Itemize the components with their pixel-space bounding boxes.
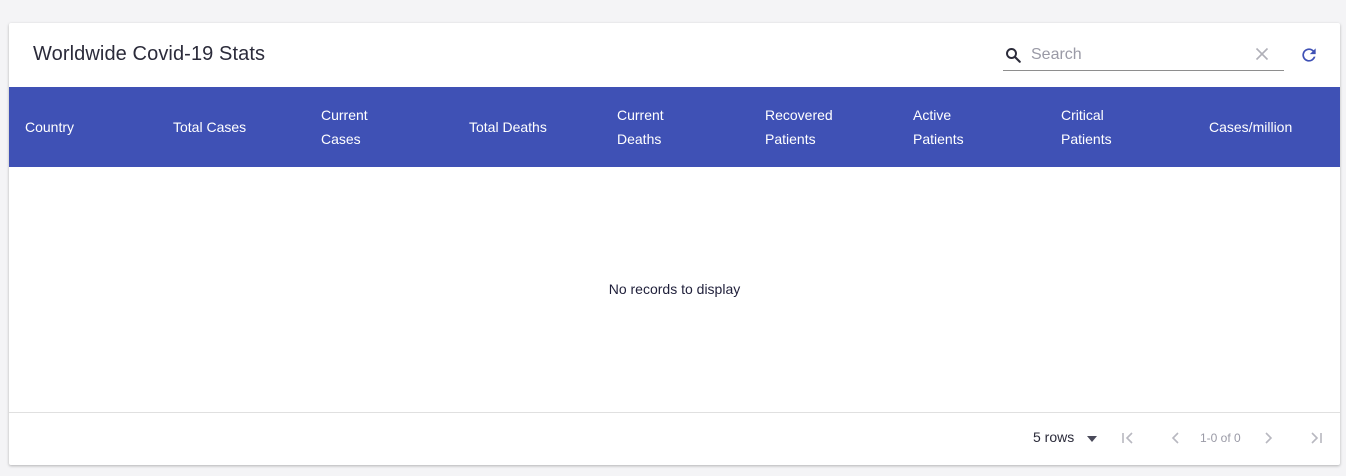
column-header-critical-patients[interactable]: Critical Patients <box>1061 103 1191 151</box>
empty-message: No records to display <box>608 281 741 297</box>
column-header-current-deaths[interactable]: Current Deaths <box>617 103 747 151</box>
table-toolbar: Worldwide Covid-19 Stats <box>9 23 1340 87</box>
column-header-country[interactable]: Country <box>25 103 155 151</box>
first-page-icon[interactable] <box>1120 430 1136 446</box>
chevron-left-icon[interactable] <box>1168 430 1184 446</box>
search-input[interactable] <box>1031 43 1241 67</box>
chevron-right-icon[interactable] <box>1260 430 1276 446</box>
caret-down-icon[interactable] <box>1087 436 1097 442</box>
refresh-icon[interactable] <box>1299 45 1319 65</box>
page-info: 1-0 of 0 <box>1200 431 1241 445</box>
covid-stats-table: Worldwide Covid-19 Stats Country Total C… <box>9 23 1340 465</box>
search-icon <box>1006 48 1021 63</box>
close-icon[interactable] <box>1255 47 1269 61</box>
column-header-total-cases[interactable]: Total Cases <box>173 103 303 151</box>
pagination-bar: 5 rows 1-0 of 0 <box>9 412 1340 465</box>
column-header-recovered-patients[interactable]: Recovered Patients <box>765 103 895 151</box>
column-header-cases-per-million[interactable]: Cases/million <box>1209 103 1339 151</box>
table-body: No records to display <box>9 167 1340 412</box>
column-header-current-cases[interactable]: Current Cases <box>321 103 451 151</box>
table-header: Country Total Cases Current Cases Total D… <box>9 87 1340 167</box>
last-page-icon[interactable] <box>1308 430 1324 446</box>
rows-per-page-select[interactable]: 5 rows <box>1033 429 1074 449</box>
column-header-total-deaths[interactable]: Total Deaths <box>469 103 599 151</box>
table-title: Worldwide Covid-19 Stats <box>33 43 266 65</box>
column-header-active-patients[interactable]: Active Patients <box>913 103 1043 151</box>
search-field[interactable] <box>1003 39 1284 71</box>
